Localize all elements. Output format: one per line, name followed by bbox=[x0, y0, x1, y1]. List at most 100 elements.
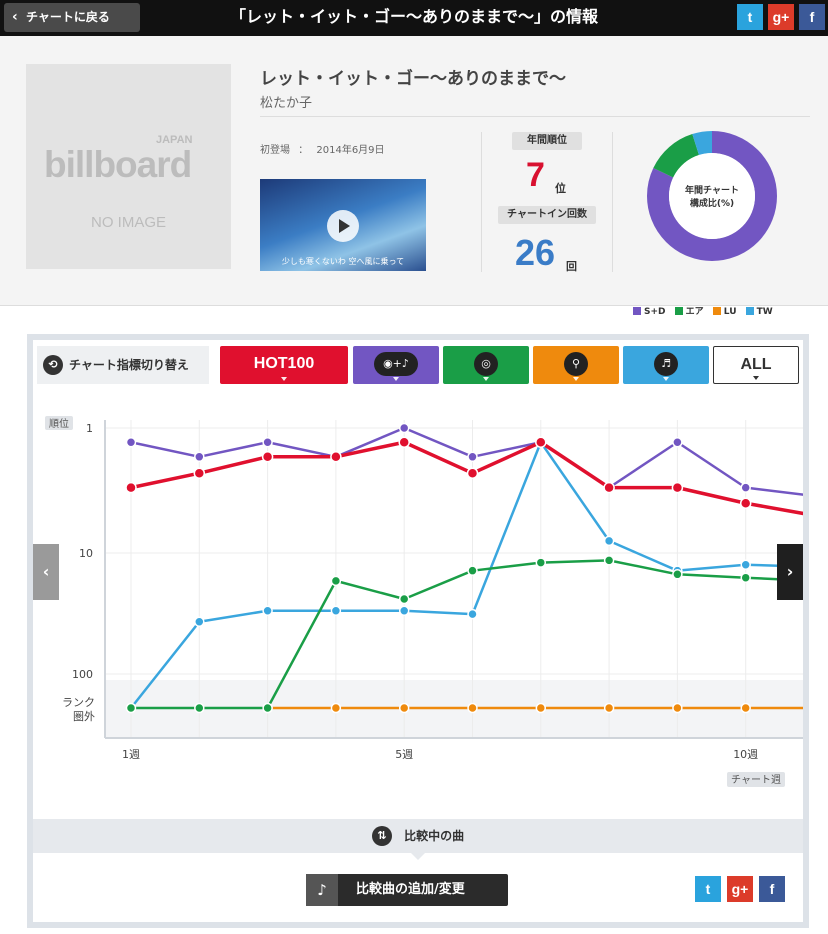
donut-title-line2: 構成比(%) bbox=[689, 199, 735, 209]
data-point-air bbox=[262, 702, 273, 714]
facebook-share-button[interactable]: f bbox=[799, 4, 825, 30]
video-thumbnail[interactable]: 少しも寒くないわ 空へ風に乗って bbox=[260, 179, 426, 271]
data-point-air bbox=[672, 569, 683, 580]
tab-twitter[interactable]: ♬ bbox=[623, 346, 709, 384]
legend-label: LU bbox=[723, 307, 737, 317]
data-point-sd bbox=[398, 422, 410, 434]
out-of-rank-label: 圏外 bbox=[73, 710, 95, 723]
legend-swatch bbox=[633, 307, 641, 315]
annual-rank-label: 年間順位 bbox=[512, 132, 582, 150]
chevron-down-icon bbox=[663, 377, 669, 381]
legend-sd: S+D bbox=[633, 307, 666, 317]
annual-rank-unit: 位 bbox=[555, 182, 566, 195]
debut-label: 初登場 bbox=[260, 145, 290, 156]
legend-label: S+D bbox=[644, 307, 666, 317]
compare-label: 比較中の曲 bbox=[404, 829, 465, 843]
artist-name[interactable]: 松たか子 bbox=[260, 92, 312, 111]
y-axis-label: 順位 bbox=[49, 417, 69, 430]
chevron-right-icon: › bbox=[786, 562, 794, 581]
search-icon: ⚲ bbox=[564, 352, 588, 376]
donut-legend: S+D エア LU TW bbox=[633, 304, 773, 317]
prev-week-button[interactable]: ‹ bbox=[33, 544, 59, 600]
twitter-share-button[interactable]: t bbox=[695, 876, 721, 902]
chevron-down-icon bbox=[483, 377, 489, 381]
twitter-icon: t bbox=[705, 881, 711, 897]
notch bbox=[411, 853, 425, 860]
googleplus-icon: g+ bbox=[731, 881, 749, 897]
legend-swatch bbox=[674, 307, 683, 315]
data-point-hot100 bbox=[466, 467, 479, 479]
legend-swatch bbox=[745, 307, 754, 315]
artist-title-icon: ♬ bbox=[654, 352, 678, 376]
data-point-sd bbox=[262, 436, 273, 448]
data-point-hot100 bbox=[671, 481, 684, 494]
googleplus-share-button[interactable]: g+ bbox=[768, 4, 794, 30]
add-compare-song-button[interactable]: ♪ 比較曲の追加/変更 bbox=[306, 874, 508, 906]
data-point-lu bbox=[740, 702, 751, 714]
chevron-down-icon bbox=[573, 377, 579, 381]
data-point-air bbox=[398, 593, 410, 605]
legend-label: TW bbox=[756, 307, 773, 317]
song-title: レット・イット・ゴー〜ありのままで〜 bbox=[260, 69, 566, 89]
data-point-hot100 bbox=[739, 497, 752, 510]
data-point-hot100 bbox=[398, 436, 410, 448]
back-to-chart-button[interactable]: ‹ チャートに戻る bbox=[4, 3, 140, 32]
facebook-share-button[interactable]: f bbox=[759, 876, 785, 902]
tab-sales[interactable]: ◉+♪ bbox=[353, 346, 439, 384]
compare-songs-bar: ⇅ 比較中の曲 bbox=[33, 819, 803, 860]
data-point-tw bbox=[740, 559, 751, 570]
donut-title: 年間チャート 構成比(%) bbox=[672, 185, 752, 211]
data-point-tw bbox=[330, 605, 342, 616]
legend-air: エア bbox=[674, 307, 704, 317]
back-button-label: チャートに戻る bbox=[26, 10, 110, 24]
data-point-tw bbox=[194, 616, 205, 628]
chart-switch-text: チャート指標切り替え bbox=[69, 358, 189, 372]
tab-airplay[interactable]: ◎ bbox=[443, 346, 529, 384]
chevron-left-icon: ‹ bbox=[12, 9, 18, 25]
tab-hot100[interactable]: HOT100 bbox=[220, 346, 348, 384]
data-point-hot100 bbox=[603, 481, 615, 494]
googleplus-share-button[interactable]: g+ bbox=[727, 876, 753, 902]
data-point-sd bbox=[467, 451, 478, 463]
y-tick-label: 10 bbox=[79, 547, 93, 560]
chart-panel: ⟲ チャート指標切り替え HOT100 ◉+♪ ◎ ⚲ ♬ ALL 順位 1 10 1… bbox=[27, 334, 809, 928]
legend-label: エア bbox=[685, 307, 704, 317]
radio-icon: ◎ bbox=[474, 352, 498, 376]
data-point-air bbox=[467, 565, 478, 576]
data-point-sd bbox=[125, 436, 137, 448]
out-of-rank-label: ランク bbox=[62, 696, 95, 709]
data-point-tw bbox=[398, 605, 410, 616]
chart-in-count: 26 bbox=[515, 232, 556, 273]
data-point-sd bbox=[194, 451, 205, 463]
data-point-lu bbox=[330, 702, 342, 714]
cd-music-icon: ◉+♪ bbox=[374, 352, 418, 376]
tab-lookup[interactable]: ⚲ bbox=[533, 346, 619, 384]
data-point-lu bbox=[467, 702, 478, 714]
x-tick-label: 5週 bbox=[395, 748, 413, 761]
tab-all[interactable]: ALL bbox=[713, 346, 799, 384]
data-point-hot100 bbox=[125, 481, 137, 494]
chevron-left-icon: ‹ bbox=[42, 562, 50, 581]
chevron-down-icon bbox=[281, 377, 287, 381]
next-week-button[interactable]: › bbox=[777, 544, 803, 600]
x-tick-label: 10週 bbox=[733, 748, 758, 761]
no-image-text: NO IMAGE bbox=[90, 214, 166, 231]
music-note-icon: ♪ bbox=[306, 874, 338, 906]
chart-in-unit: 回 bbox=[566, 260, 577, 273]
divider bbox=[481, 132, 482, 272]
chevron-down-icon bbox=[753, 376, 759, 380]
data-point-air bbox=[535, 557, 547, 568]
debut-separator: ： bbox=[298, 145, 309, 156]
data-point-air bbox=[603, 555, 615, 566]
rank-line-chart: 順位 1 10 100 ランク圏外 1週 5週 10週チャート週 bbox=[45, 416, 803, 787]
x-axis-label: チャート週 bbox=[731, 774, 781, 786]
twitter-icon: t bbox=[747, 9, 753, 25]
billboard-logo: billboard bbox=[44, 144, 192, 185]
googleplus-icon: g+ bbox=[772, 9, 790, 25]
twitter-share-button[interactable]: t bbox=[737, 4, 763, 30]
chart-in-label: チャートイン回数 bbox=[498, 206, 596, 224]
data-point-lu bbox=[398, 702, 410, 714]
video-caption: 少しも寒くないわ 空へ風に乗って bbox=[281, 257, 405, 266]
data-point-sd bbox=[740, 482, 751, 493]
play-icon[interactable] bbox=[327, 210, 359, 242]
